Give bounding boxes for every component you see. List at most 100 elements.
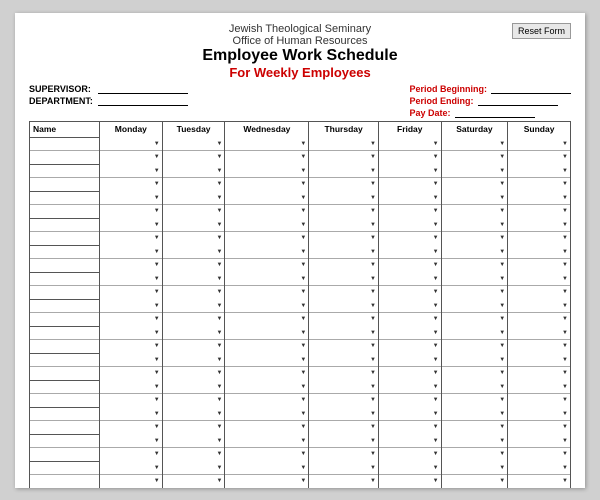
wednesday-select-0[interactable]: 6:00 AM7:00 AM8:00 AM9:00 AM10:00 AM11:0…	[225, 164, 308, 177]
friday-select-0[interactable]: 6:00 AM7:00 AM8:00 AM9:00 AM10:00 AM11:0…	[379, 164, 441, 177]
saturday-select-1[interactable]: 6:00 AM7:00 AM8:00 AM9:00 AM10:00 AM11:0…	[442, 394, 508, 407]
tuesday-select-1[interactable]: 6:00 AM7:00 AM8:00 AM9:00 AM10:00 AM11:0…	[163, 286, 225, 299]
monday-select-0[interactable]: 6:00 AM7:00 AM8:00 AM9:00 AM10:00 AM11:0…	[100, 137, 162, 150]
sunday-select-0[interactable]: 6:00 AM7:00 AM8:00 AM9:00 AM10:00 AM11:0…	[508, 164, 570, 177]
wednesday-select-1[interactable]: 6:00 AM7:00 AM8:00 AM9:00 AM10:00 AM11:0…	[225, 421, 308, 434]
name-input-bottom[interactable]	[30, 313, 99, 326]
tuesday-select-0[interactable]: 6:00 AM7:00 AM8:00 AM9:00 AM10:00 AM11:0…	[163, 326, 225, 339]
name-input-top[interactable]	[30, 408, 99, 420]
wednesday-select-0[interactable]: 6:00 AM7:00 AM8:00 AM9:00 AM10:00 AM11:0…	[225, 299, 308, 312]
monday-select-0[interactable]: 6:00 AM7:00 AM8:00 AM9:00 AM10:00 AM11:0…	[100, 272, 162, 285]
thursday-select-0[interactable]: 6:00 AM7:00 AM8:00 AM9:00 AM10:00 AM11:0…	[309, 191, 378, 204]
wednesday-select-1[interactable]: 6:00 AM7:00 AM8:00 AM9:00 AM10:00 AM11:0…	[225, 178, 308, 191]
wednesday-select-0[interactable]: 6:00 AM7:00 AM8:00 AM9:00 AM10:00 AM11:0…	[225, 434, 308, 447]
friday-select-1[interactable]: 6:00 AM7:00 AM8:00 AM9:00 AM10:00 AM11:0…	[379, 421, 441, 434]
tuesday-select-0[interactable]: 6:00 AM7:00 AM8:00 AM9:00 AM10:00 AM11:0…	[163, 164, 225, 177]
thursday-select-0[interactable]: 6:00 AM7:00 AM8:00 AM9:00 AM10:00 AM11:0…	[309, 137, 378, 150]
sunday-select-0[interactable]: 6:00 AM7:00 AM8:00 AM9:00 AM10:00 AM11:0…	[508, 299, 570, 312]
saturday-select-1[interactable]: 6:00 AM7:00 AM8:00 AM9:00 AM10:00 AM11:0…	[442, 475, 508, 488]
name-input-bottom[interactable]	[30, 232, 99, 245]
name-input-bottom[interactable]	[30, 340, 99, 353]
friday-select-0[interactable]: 6:00 AM7:00 AM8:00 AM9:00 AM10:00 AM11:0…	[379, 407, 441, 420]
thursday-select-1[interactable]: 6:00 AM7:00 AM8:00 AM9:00 AM10:00 AM11:0…	[309, 205, 378, 218]
friday-select-0[interactable]: 6:00 AM7:00 AM8:00 AM9:00 AM10:00 AM11:0…	[379, 299, 441, 312]
monday-select-0[interactable]: 6:00 AM7:00 AM8:00 AM9:00 AM10:00 AM11:0…	[100, 191, 162, 204]
saturday-select-0[interactable]: 6:00 AM7:00 AM8:00 AM9:00 AM10:00 AM11:0…	[442, 434, 508, 447]
monday-select-0[interactable]: 6:00 AM7:00 AM8:00 AM9:00 AM10:00 AM11:0…	[100, 407, 162, 420]
monday-select-1[interactable]: 6:00 AM7:00 AM8:00 AM9:00 AM10:00 AM11:0…	[100, 421, 162, 434]
tuesday-select-0[interactable]: 6:00 AM7:00 AM8:00 AM9:00 AM10:00 AM11:0…	[163, 245, 225, 258]
thursday-select-0[interactable]: 6:00 AM7:00 AM8:00 AM9:00 AM10:00 AM11:0…	[309, 353, 378, 366]
sunday-select-0[interactable]: 6:00 AM7:00 AM8:00 AM9:00 AM10:00 AM11:0…	[508, 434, 570, 447]
saturday-select-0[interactable]: 6:00 AM7:00 AM8:00 AM9:00 AM10:00 AM11:0…	[442, 353, 508, 366]
saturday-select-1[interactable]: 6:00 AM7:00 AM8:00 AM9:00 AM10:00 AM11:0…	[442, 448, 508, 461]
name-input-top[interactable]	[30, 165, 99, 177]
sunday-select-0[interactable]: 6:00 AM7:00 AM8:00 AM9:00 AM10:00 AM11:0…	[508, 191, 570, 204]
sunday-select-0[interactable]: 6:00 AM7:00 AM8:00 AM9:00 AM10:00 AM11:0…	[508, 272, 570, 285]
monday-select-1[interactable]: 6:00 AM7:00 AM8:00 AM9:00 AM10:00 AM11:0…	[100, 232, 162, 245]
name-input-bottom[interactable]	[30, 259, 99, 272]
thursday-select-1[interactable]: 6:00 AM7:00 AM8:00 AM9:00 AM10:00 AM11:0…	[309, 286, 378, 299]
monday-select-1[interactable]: 6:00 AM7:00 AM8:00 AM9:00 AM10:00 AM11:0…	[100, 151, 162, 164]
sunday-select-1[interactable]: 6:00 AM7:00 AM8:00 AM9:00 AM10:00 AM11:0…	[508, 448, 570, 461]
thursday-select-0[interactable]: 6:00 AM7:00 AM8:00 AM9:00 AM10:00 AM11:0…	[309, 380, 378, 393]
tuesday-select-0[interactable]: 6:00 AM7:00 AM8:00 AM9:00 AM10:00 AM11:0…	[163, 407, 225, 420]
thursday-select-1[interactable]: 6:00 AM7:00 AM8:00 AM9:00 AM10:00 AM11:0…	[309, 448, 378, 461]
friday-select-1[interactable]: 6:00 AM7:00 AM8:00 AM9:00 AM10:00 AM11:0…	[379, 286, 441, 299]
thursday-select-0[interactable]: 6:00 AM7:00 AM8:00 AM9:00 AM10:00 AM11:0…	[309, 218, 378, 231]
sunday-select-1[interactable]: 6:00 AM7:00 AM8:00 AM9:00 AM10:00 AM11:0…	[508, 475, 570, 488]
friday-select-1[interactable]: 6:00 AM7:00 AM8:00 AM9:00 AM10:00 AM11:0…	[379, 205, 441, 218]
friday-select-0[interactable]: 6:00 AM7:00 AM8:00 AM9:00 AM10:00 AM11:0…	[379, 218, 441, 231]
sunday-select-0[interactable]: 6:00 AM7:00 AM8:00 AM9:00 AM10:00 AM11:0…	[508, 218, 570, 231]
tuesday-select-1[interactable]: 6:00 AM7:00 AM8:00 AM9:00 AM10:00 AM11:0…	[163, 313, 225, 326]
saturday-select-1[interactable]: 6:00 AM7:00 AM8:00 AM9:00 AM10:00 AM11:0…	[442, 205, 508, 218]
thursday-select-1[interactable]: 6:00 AM7:00 AM8:00 AM9:00 AM10:00 AM11:0…	[309, 178, 378, 191]
sunday-select-0[interactable]: 6:00 AM7:00 AM8:00 AM9:00 AM10:00 AM11:0…	[508, 137, 570, 150]
friday-select-1[interactable]: 6:00 AM7:00 AM8:00 AM9:00 AM10:00 AM11:0…	[379, 259, 441, 272]
name-input-top[interactable]	[30, 381, 99, 393]
wednesday-select-1[interactable]: 6:00 AM7:00 AM8:00 AM9:00 AM10:00 AM11:0…	[225, 448, 308, 461]
sunday-select-1[interactable]: 6:00 AM7:00 AM8:00 AM9:00 AM10:00 AM11:0…	[508, 205, 570, 218]
wednesday-select-0[interactable]: 6:00 AM7:00 AM8:00 AM9:00 AM10:00 AM11:0…	[225, 353, 308, 366]
friday-select-1[interactable]: 6:00 AM7:00 AM8:00 AM9:00 AM10:00 AM11:0…	[379, 232, 441, 245]
wednesday-select-1[interactable]: 6:00 AM7:00 AM8:00 AM9:00 AM10:00 AM11:0…	[225, 475, 308, 488]
saturday-select-1[interactable]: 6:00 AM7:00 AM8:00 AM9:00 AM10:00 AM11:0…	[442, 232, 508, 245]
monday-select-1[interactable]: 6:00 AM7:00 AM8:00 AM9:00 AM10:00 AM11:0…	[100, 313, 162, 326]
tuesday-select-0[interactable]: 6:00 AM7:00 AM8:00 AM9:00 AM10:00 AM11:0…	[163, 191, 225, 204]
friday-select-0[interactable]: 6:00 AM7:00 AM8:00 AM9:00 AM10:00 AM11:0…	[379, 434, 441, 447]
thursday-select-1[interactable]: 6:00 AM7:00 AM8:00 AM9:00 AM10:00 AM11:0…	[309, 232, 378, 245]
tuesday-select-1[interactable]: 6:00 AM7:00 AM8:00 AM9:00 AM10:00 AM11:0…	[163, 340, 225, 353]
thursday-select-1[interactable]: 6:00 AM7:00 AM8:00 AM9:00 AM10:00 AM11:0…	[309, 259, 378, 272]
thursday-select-1[interactable]: 6:00 AM7:00 AM8:00 AM9:00 AM10:00 AM11:0…	[309, 313, 378, 326]
sunday-select-1[interactable]: 6:00 AM7:00 AM8:00 AM9:00 AM10:00 AM11:0…	[508, 178, 570, 191]
thursday-select-0[interactable]: 6:00 AM7:00 AM8:00 AM9:00 AM10:00 AM11:0…	[309, 434, 378, 447]
tuesday-select-1[interactable]: 6:00 AM7:00 AM8:00 AM9:00 AM10:00 AM11:0…	[163, 367, 225, 380]
supervisor-value[interactable]	[98, 84, 188, 94]
monday-select-1[interactable]: 6:00 AM7:00 AM8:00 AM9:00 AM10:00 AM11:0…	[100, 448, 162, 461]
wednesday-select-0[interactable]: 6:00 AM7:00 AM8:00 AM9:00 AM10:00 AM11:0…	[225, 380, 308, 393]
tuesday-select-0[interactable]: 6:00 AM7:00 AM8:00 AM9:00 AM10:00 AM11:0…	[163, 218, 225, 231]
monday-select-1[interactable]: 6:00 AM7:00 AM8:00 AM9:00 AM10:00 AM11:0…	[100, 259, 162, 272]
monday-select-0[interactable]: 6:00 AM7:00 AM8:00 AM9:00 AM10:00 AM11:0…	[100, 353, 162, 366]
tuesday-select-1[interactable]: 6:00 AM7:00 AM8:00 AM9:00 AM10:00 AM11:0…	[163, 259, 225, 272]
sunday-select-0[interactable]: 6:00 AM7:00 AM8:00 AM9:00 AM10:00 AM11:0…	[508, 353, 570, 366]
sunday-select-0[interactable]: 6:00 AM7:00 AM8:00 AM9:00 AM10:00 AM11:0…	[508, 461, 570, 474]
name-input-bottom[interactable]	[30, 286, 99, 299]
tuesday-select-0[interactable]: 6:00 AM7:00 AM8:00 AM9:00 AM10:00 AM11:0…	[163, 272, 225, 285]
period-beginning-value[interactable]	[491, 84, 571, 94]
tuesday-select-0[interactable]: 6:00 AM7:00 AM8:00 AM9:00 AM10:00 AM11:0…	[163, 299, 225, 312]
saturday-select-0[interactable]: 6:00 AM7:00 AM8:00 AM9:00 AM10:00 AM11:0…	[442, 164, 508, 177]
saturday-select-1[interactable]: 6:00 AM7:00 AM8:00 AM9:00 AM10:00 AM11:0…	[442, 313, 508, 326]
monday-select-0[interactable]: 6:00 AM7:00 AM8:00 AM9:00 AM10:00 AM11:0…	[100, 326, 162, 339]
monday-select-0[interactable]: 6:00 AM7:00 AM8:00 AM9:00 AM10:00 AM11:0…	[100, 299, 162, 312]
monday-select-1[interactable]: 6:00 AM7:00 AM8:00 AM9:00 AM10:00 AM11:0…	[100, 475, 162, 488]
tuesday-select-0[interactable]: 6:00 AM7:00 AM8:00 AM9:00 AM10:00 AM11:0…	[163, 380, 225, 393]
friday-select-0[interactable]: 6:00 AM7:00 AM8:00 AM9:00 AM10:00 AM11:0…	[379, 272, 441, 285]
friday-select-0[interactable]: 6:00 AM7:00 AM8:00 AM9:00 AM10:00 AM11:0…	[379, 326, 441, 339]
friday-select-1[interactable]: 6:00 AM7:00 AM8:00 AM9:00 AM10:00 AM11:0…	[379, 151, 441, 164]
friday-select-1[interactable]: 6:00 AM7:00 AM8:00 AM9:00 AM10:00 AM11:0…	[379, 475, 441, 488]
sunday-select-1[interactable]: 6:00 AM7:00 AM8:00 AM9:00 AM10:00 AM11:0…	[508, 232, 570, 245]
monday-select-1[interactable]: 6:00 AM7:00 AM8:00 AM9:00 AM10:00 AM11:0…	[100, 394, 162, 407]
name-input-top[interactable]	[30, 246, 99, 258]
monday-select-0[interactable]: 6:00 AM7:00 AM8:00 AM9:00 AM10:00 AM11:0…	[100, 380, 162, 393]
